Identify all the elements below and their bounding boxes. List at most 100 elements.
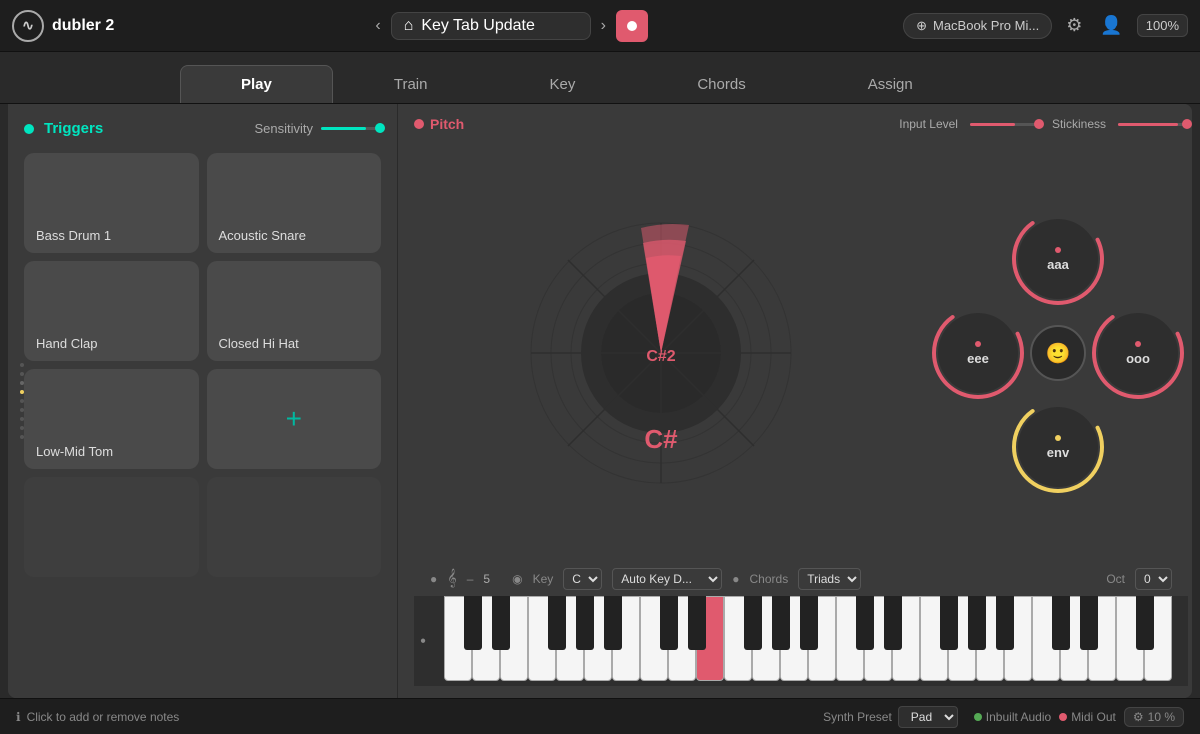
tab-play[interactable]: Play [180, 65, 333, 103]
knob-ooo[interactable]: ooo [1098, 313, 1178, 393]
pitch-dot [414, 119, 424, 129]
pad-low-mid-tom[interactable]: Low-Mid Tom [24, 369, 199, 469]
svg-text:C#: C# [644, 424, 678, 454]
tab-key[interactable]: Key [488, 65, 636, 103]
input-level-label: Input Level [899, 117, 958, 131]
sensitivity-label: Sensitivity [254, 121, 313, 136]
knob-eee[interactable]: eee [938, 313, 1018, 393]
stickiness-slider[interactable] [1118, 123, 1188, 126]
sensitivity-slider[interactable] [321, 127, 381, 130]
midi-out-label: Midi Out [1071, 710, 1116, 724]
chords-label: Chords [750, 572, 789, 586]
side-dots [20, 363, 24, 439]
top-center: ‹ ⌂ Key Tab Update › [126, 10, 891, 42]
panel-title: Triggers [44, 120, 103, 137]
knob-face[interactable]: 🙂 [1030, 325, 1086, 381]
main-wrapper: Triggers Sensitivity Bass Drum 1 Acousti… [0, 104, 1200, 698]
oct-label: Oct [1106, 572, 1125, 586]
black-key-ds3[interactable] [884, 596, 902, 650]
black-key-ds1[interactable] [492, 596, 510, 650]
knob-env[interactable]: env [1018, 407, 1098, 487]
black-key-as3[interactable] [996, 596, 1014, 650]
project-name: Key Tab Update [421, 17, 535, 35]
stickiness-label: Stickiness [1052, 117, 1106, 131]
status-info-text: Click to add or remove notes [27, 710, 180, 724]
pad-blank-2 [207, 477, 382, 577]
knobs-area: aaa eee [928, 142, 1188, 564]
black-key-fs1[interactable] [548, 596, 566, 650]
right-panel: Pitch Input Level Stickiness [398, 104, 1192, 698]
home-icon: ⌂ [404, 17, 414, 35]
settings-button[interactable]: ⚙ [1062, 11, 1086, 40]
nav-back-button[interactable]: ‹ [369, 13, 386, 39]
tab-train[interactable]: Train [333, 65, 489, 103]
chords-select[interactable]: Triads [798, 568, 861, 590]
black-key-as1[interactable] [604, 596, 622, 650]
black-key-cs4[interactable] [1052, 596, 1070, 650]
right-header: Pitch Input Level Stickiness [414, 116, 1188, 132]
pitch-wheel-area: C# C#2 [414, 142, 908, 564]
black-key-gs2[interactable] [772, 596, 790, 650]
black-key-cs2[interactable] [660, 596, 678, 650]
key-label: Key [533, 572, 554, 586]
status-right: Inbuilt Audio Midi Out ⚙ 10 % [974, 707, 1184, 727]
nav-forward-button[interactable]: › [595, 13, 612, 39]
pitch-and-knobs: C# C#2 [414, 142, 1188, 564]
piano-keys-wrapper: ● [414, 596, 1188, 686]
tab-assign[interactable]: Assign [807, 65, 974, 103]
black-key-cs1[interactable] [464, 596, 482, 650]
black-key-ds2[interactable] [688, 596, 706, 650]
app-name: dubler 2 [52, 17, 114, 35]
volume-badge[interactable]: ⚙ 10 % [1124, 707, 1184, 727]
zoom-level: 100% [1137, 14, 1188, 37]
piano-controls: ● 𝄞 – 5 ◉ Key C Auto Key D... ● Chords T… [414, 564, 1188, 596]
black-key-fs4[interactable] [1136, 596, 1154, 650]
mode-select[interactable]: Auto Key D... [612, 568, 722, 590]
black-key-gs3[interactable] [968, 596, 986, 650]
pad-bass-drum[interactable]: Bass Drum 1 [24, 153, 199, 253]
device-selector[interactable]: ⊕ MacBook Pro Mi... [903, 13, 1052, 39]
gear-icon: ⚙ [1133, 710, 1144, 724]
inbuilt-audio-dot [974, 713, 982, 721]
midi-out-indicator: Midi Out [1059, 710, 1116, 724]
oct-select[interactable]: 0 [1135, 568, 1172, 590]
tab-bar: Play Train Key Chords Assign [0, 52, 1200, 104]
project-name-bar: ⌂ Key Tab Update [391, 12, 591, 40]
triggers-dot [24, 124, 34, 134]
black-key-as2[interactable] [800, 596, 818, 650]
synth-preset-label: Synth Preset [823, 710, 892, 724]
black-key-ds4[interactable] [1080, 596, 1098, 650]
input-level-slider[interactable] [970, 123, 1040, 126]
profile-button[interactable]: 👤 [1096, 11, 1126, 40]
black-key-fs3[interactable] [940, 596, 958, 650]
black-key-cs3[interactable] [856, 596, 874, 650]
pad-closed-hi-hat[interactable]: Closed Hi Hat [207, 261, 382, 361]
piano-dot: ● [430, 572, 437, 586]
black-key-gs1[interactable] [576, 596, 594, 650]
status-bar: ℹ Click to add or remove notes Synth Pre… [0, 698, 1200, 734]
pad-blank-1 [24, 477, 199, 577]
pad-acoustic-snare[interactable]: Acoustic Snare [207, 153, 382, 253]
app-logo: ∿ dubler 2 [12, 10, 114, 42]
knob-aaa[interactable]: aaa [1018, 219, 1098, 299]
preset-select[interactable]: Pad [898, 706, 958, 728]
pitch-label: Pitch [430, 116, 464, 132]
black-key-fs2[interactable] [744, 596, 762, 650]
record-button[interactable] [616, 10, 648, 42]
pad-hand-clap[interactable]: Hand Clap [24, 261, 199, 361]
piano-divider: – [467, 572, 474, 586]
sensitivity-row: Sensitivity [254, 121, 381, 136]
svg-text:C#2: C#2 [646, 348, 675, 365]
triggers-grid: Bass Drum 1 Acoustic Snare Hand Clap Clo… [24, 153, 381, 577]
piano-side-dot: ● [420, 636, 426, 647]
synth-preset: Synth Preset Pad [823, 706, 958, 728]
inbuilt-audio-indicator: Inbuilt Audio [974, 710, 1051, 724]
tuning-icon: 𝄞 [447, 570, 456, 588]
piano-keyboard [444, 596, 1172, 681]
pitch-wheel[interactable]: C# C#2 [521, 213, 801, 493]
tab-chords[interactable]: Chords [636, 65, 806, 103]
piano-number: 5 [483, 572, 490, 586]
key-select[interactable]: C [563, 568, 602, 590]
pad-add[interactable]: + [207, 369, 382, 469]
main-content: Triggers Sensitivity Bass Drum 1 Acousti… [8, 104, 1192, 698]
